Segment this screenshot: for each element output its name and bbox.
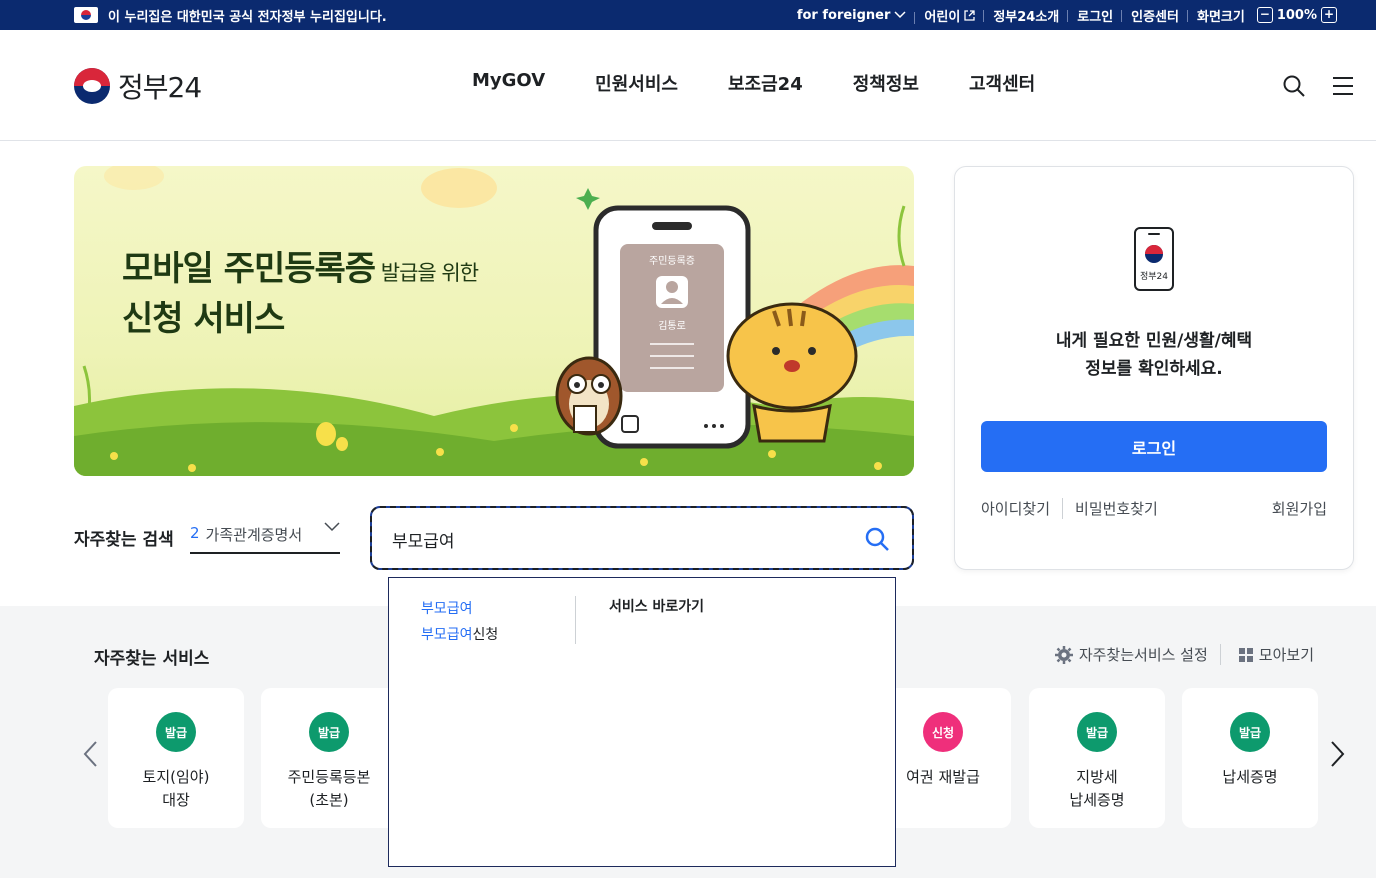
service-card[interactable]: 발급 주민등록등본 (초본) bbox=[261, 688, 397, 828]
signup-link[interactable]: 회원가입 bbox=[1272, 498, 1327, 519]
chevron-down-icon bbox=[894, 11, 906, 19]
suggestion-match: 부모급여 bbox=[421, 601, 473, 617]
search-input[interactable] bbox=[392, 526, 832, 552]
find-id-link[interactable]: 아이디찾기 bbox=[981, 498, 1064, 519]
suggestion-item[interactable]: 부모급여신청 bbox=[421, 622, 498, 648]
login-card: 정부24 내게 필요한 민원/생활/혜택 정보를 확인하세요. 로그인 아이디찾… bbox=[954, 166, 1354, 570]
carousel-prev-icon[interactable] bbox=[82, 740, 98, 768]
banner-title-line1-small: 발급을 위한 bbox=[375, 261, 479, 285]
service-card[interactable]: 발급 납세증명 bbox=[1182, 688, 1318, 828]
nav-policy-info[interactable]: 정책정보 bbox=[853, 70, 919, 96]
frequent-search-term: 가족관계증명서 bbox=[205, 526, 303, 544]
banner-card-name: 김통로 bbox=[658, 320, 686, 332]
promo-banner[interactable]: 주민등록증 김통로 모바일 주민등록증 발급을 위한 신청 서비스 bbox=[74, 166, 914, 476]
screen-size-label: 화면크기 bbox=[1196, 9, 1245, 25]
grid-icon bbox=[1238, 647, 1253, 662]
view-all-label: 모아보기 bbox=[1258, 646, 1314, 664]
services-tools: 자주찾는서비스 설정 모아보기 bbox=[1054, 644, 1314, 665]
issue-badge: 발급 bbox=[1077, 712, 1117, 752]
search-autocomplete-dropdown: 부모급여 부모급여신청 서비스 바로가기 bbox=[388, 577, 896, 867]
suggestion-match: 부모급여 bbox=[421, 627, 473, 643]
external-link-icon bbox=[964, 9, 975, 21]
frequent-search-rank: 2 bbox=[190, 524, 200, 542]
banner-title: 모바일 주민등록증 발급을 위한 신청 서비스 bbox=[122, 246, 479, 342]
banner-card-label: 주민등록증 bbox=[649, 255, 695, 267]
services-settings-button[interactable]: 자주찾는서비스 설정 bbox=[1054, 644, 1221, 665]
site-header: 정부24 MyGOV 민원서비스 보조금24 정책정보 고객센터 bbox=[0, 30, 1376, 141]
service-name: 여권 재발급 bbox=[906, 768, 980, 786]
login-message-line2: 정보를 확인하세요. bbox=[1085, 359, 1223, 379]
service-card[interactable]: 발급 토지(임야) 대장 bbox=[108, 688, 244, 828]
government-notice-bar: 이 누리집은 대한민국 공식 전자정부 누리집입니다. for foreigne… bbox=[0, 0, 1376, 30]
chevron-down-icon bbox=[324, 522, 340, 532]
nav-subsidy24[interactable]: 보조금24 bbox=[728, 70, 803, 96]
logo-text: 정부24 bbox=[118, 71, 202, 104]
search-icon[interactable] bbox=[864, 526, 890, 552]
banner-title-line1: 모바일 주민등록증 bbox=[122, 249, 376, 289]
kids-link[interactable]: 어린이 bbox=[915, 6, 985, 25]
mobile-phone-icon: 정부24 bbox=[1134, 227, 1174, 291]
banner-title-line2: 신청 서비스 bbox=[122, 299, 285, 339]
for-foreigner-label: for foreigner bbox=[796, 7, 891, 23]
login-message: 내게 필요한 민원/생활/혜택 정보를 확인하세요. bbox=[955, 327, 1353, 383]
nav-civil-services[interactable]: 민원서비스 bbox=[595, 70, 678, 96]
gear-icon bbox=[1054, 645, 1073, 664]
for-foreigner-link[interactable]: for foreigner bbox=[788, 7, 916, 24]
issue-badge: 발급 bbox=[309, 712, 349, 752]
zoom-value: 100% bbox=[1276, 7, 1317, 23]
frequent-services-title: 자주찾는 서비스 bbox=[94, 649, 210, 669]
certificate-center-link[interactable]: 인증센터 bbox=[1122, 6, 1188, 25]
menu-icon[interactable] bbox=[1332, 76, 1354, 96]
top-login-link[interactable]: 로그인 bbox=[1068, 6, 1123, 25]
gov24-logo[interactable]: 정부24 bbox=[74, 66, 202, 106]
view-all-button[interactable]: 모아보기 bbox=[1227, 644, 1314, 665]
nav-mygov[interactable]: MyGOV bbox=[472, 70, 545, 96]
services-settings-label: 자주찾는서비스 설정 bbox=[1078, 646, 1208, 664]
service-shortcut-title: 서비스 바로가기 bbox=[609, 599, 705, 615]
carousel-next-icon[interactable] bbox=[1330, 740, 1346, 768]
login-button[interactable]: 로그인 bbox=[981, 421, 1327, 472]
korea-flag-icon bbox=[74, 7, 98, 23]
utility-links: for foreigner 어린이 정부24소개 로그인 인증센터 화면크기 −… bbox=[788, 0, 1346, 30]
search-box bbox=[370, 506, 914, 570]
service-name: 토지(임야) 대장 bbox=[142, 768, 210, 809]
header-icons bbox=[1282, 74, 1354, 98]
service-name: 지방세 납세증명 bbox=[1069, 768, 1125, 809]
suggestion-rest: 신청 bbox=[472, 627, 499, 643]
suggestion-list: 부모급여 부모급여신청 bbox=[421, 596, 498, 648]
taegeuk-mini-icon bbox=[1145, 245, 1163, 263]
main-navigation: MyGOV 민원서비스 보조금24 정책정보 고객센터 bbox=[472, 70, 1035, 96]
kids-label: 어린이 bbox=[924, 9, 961, 25]
login-message-line1: 내게 필요한 민원/생활/혜택 bbox=[1055, 331, 1253, 351]
issue-badge: 발급 bbox=[156, 712, 196, 752]
service-name: 주민등록등본 (초본) bbox=[287, 768, 371, 809]
phone-icon-label: 정부24 bbox=[1139, 272, 1168, 282]
screen-size-control: 화면크기 − 100% + bbox=[1188, 6, 1346, 25]
suggestion-item[interactable]: 부모급여 bbox=[421, 596, 498, 622]
search-icon[interactable] bbox=[1282, 74, 1306, 98]
frequent-search-select[interactable]: 2 가족관계증명서 bbox=[190, 522, 340, 554]
frequent-search-label: 자주찾는 검색 bbox=[74, 530, 174, 550]
zoom-out-button[interactable]: − bbox=[1256, 7, 1273, 23]
notice: 이 누리집은 대한민국 공식 전자정부 누리집입니다. bbox=[74, 0, 387, 30]
issue-badge: 발급 bbox=[1230, 712, 1270, 752]
notice-text: 이 누리집은 대한민국 공식 전자정부 누리집입니다. bbox=[108, 9, 387, 25]
dropdown-divider bbox=[575, 596, 576, 644]
find-password-link[interactable]: 비밀번호찾기 bbox=[1063, 498, 1158, 519]
about-gov24-link[interactable]: 정부24소개 bbox=[984, 6, 1069, 25]
login-links: 아이디찾기 비밀번호찾기 회원가입 bbox=[981, 498, 1327, 519]
taegeuk-logo-icon bbox=[74, 68, 110, 104]
zoom-in-button[interactable]: + bbox=[1321, 7, 1337, 23]
service-name: 납세증명 bbox=[1222, 768, 1278, 786]
nav-customer-center[interactable]: 고객센터 bbox=[969, 70, 1035, 96]
apply-badge: 신청 bbox=[923, 712, 963, 752]
service-card[interactable]: 발급 지방세 납세증명 bbox=[1029, 688, 1165, 828]
